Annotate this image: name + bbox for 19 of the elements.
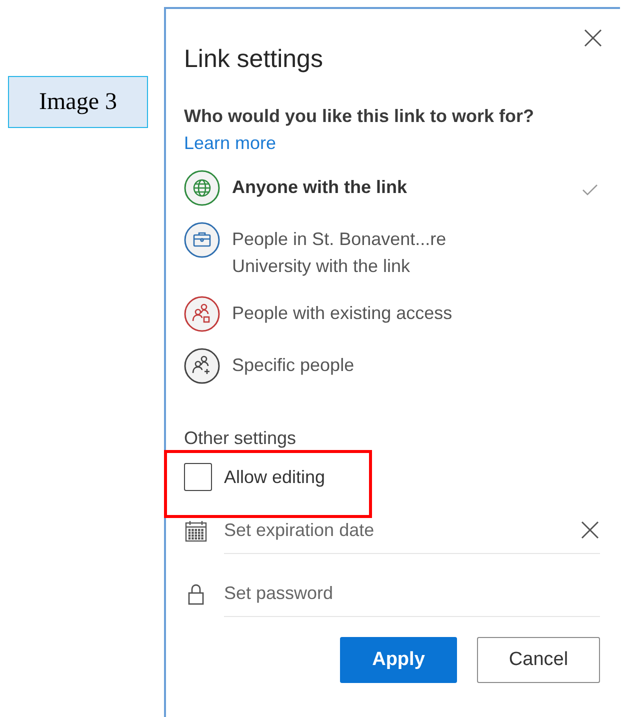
checkbox[interactable] <box>184 463 212 491</box>
option-label[interactable]: Anyone with the link <box>232 170 570 201</box>
option-label[interactable]: People with existing access <box>232 296 600 327</box>
close-icon[interactable] <box>584 29 602 47</box>
section-heading: Other settings <box>184 428 298 449</box>
calendar-icon <box>184 518 208 542</box>
apply-button[interactable]: Apply <box>340 637 457 683</box>
dialog-title: Link settings <box>184 45 324 74</box>
expiration-date-field[interactable]: Set expiration date <box>224 520 580 540</box>
question-text: Who would you like this link to work for? <box>184 106 535 127</box>
clear-icon[interactable] <box>580 520 600 540</box>
learn-more-link[interactable]: Learn more <box>184 133 276 154</box>
option-label[interactable]: People in St. Bonavent...re University with the link <box>232 222 600 280</box>
checkbox-label: Allow editing <box>224 466 326 488</box>
option-label[interactable]: Specific people <box>232 348 600 379</box>
checkmark-icon <box>582 184 598 196</box>
password-field[interactable]: Set password <box>224 582 600 604</box>
image-caption: Image 3 <box>8 76 148 128</box>
cancel-button[interactable]: Cancel <box>477 637 600 683</box>
